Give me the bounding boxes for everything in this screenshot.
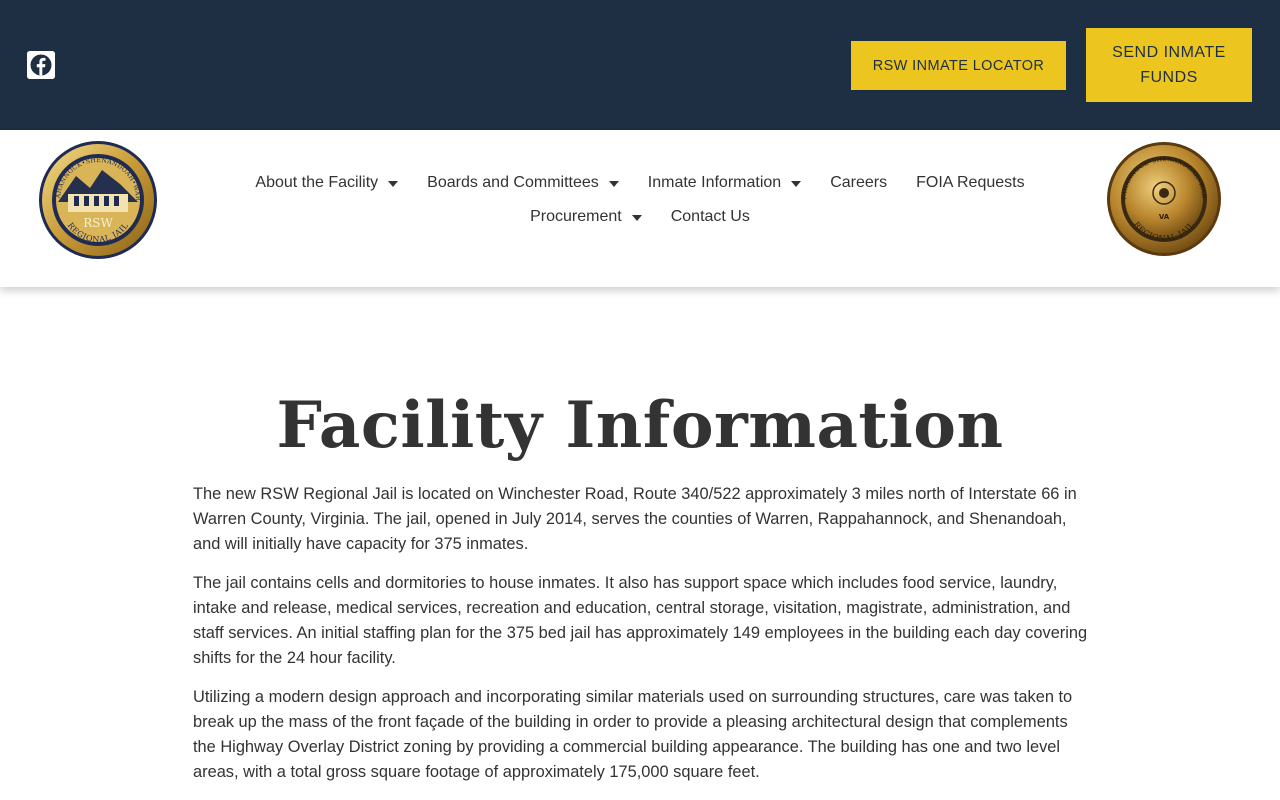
logo-center-text: RSW [83, 216, 113, 230]
nav-contact-us[interactable]: Contact Us [656, 206, 764, 228]
nav-procurement[interactable]: Procurement [516, 206, 657, 228]
site-header: RSW RAPPAHANNOCK•SHENANDOAH•WARREN REGIO… [0, 130, 1280, 287]
nav-inmate-information[interactable]: Inmate Information [633, 172, 815, 194]
nav-label: Procurement [530, 208, 622, 225]
main-nav: About the Facility Boards and Committees… [200, 172, 1080, 228]
nav-careers[interactable]: Careers [816, 172, 902, 194]
paragraph: Utilizing a modern design approach and i… [193, 688, 1073, 781]
paragraph: The jail contains cells and dormitories … [193, 574, 1088, 667]
nav-boards-committees[interactable]: Boards and Committees [413, 172, 634, 194]
nav-label: Boards and Committees [427, 174, 599, 191]
nav-label: FOIA Requests [916, 174, 1025, 191]
send-inmate-funds-button[interactable]: SEND INMATE FUNDS [1086, 28, 1252, 102]
facebook-icon[interactable] [27, 51, 55, 79]
caret-down-icon [608, 181, 619, 187]
rsw-logo[interactable]: RSW RAPPAHANNOCK•SHENANDOAH•WARREN REGIO… [38, 140, 158, 260]
top-bar: RSW INMATE LOCATOR SEND INMATE FUNDS [0, 0, 1280, 130]
nav-about-facility[interactable]: About the Facility [241, 172, 413, 194]
nav-label: Careers [830, 174, 888, 191]
nav-label: About the Facility [255, 174, 379, 191]
caret-down-icon [388, 181, 399, 187]
nav-label: Inmate Information [647, 174, 782, 191]
nav-label: Contact Us [670, 208, 750, 225]
badge-center-text: VA [1159, 213, 1170, 221]
page-title: Facility Information [276, 388, 1004, 463]
badge-logo[interactable]: VA RAPPAHANNOCK•SHENANDOAH•WARREN REGION… [1106, 141, 1222, 257]
nav-foia-requests[interactable]: FOIA Requests [902, 172, 1040, 194]
main-content: The new RSW Regional Jail is located on … [193, 482, 1093, 799]
caret-down-icon [791, 181, 802, 187]
caret-down-icon [631, 215, 642, 221]
inmate-locator-button[interactable]: RSW INMATE LOCATOR [851, 41, 1066, 90]
paragraph: The new RSW Regional Jail is located on … [193, 485, 1077, 553]
